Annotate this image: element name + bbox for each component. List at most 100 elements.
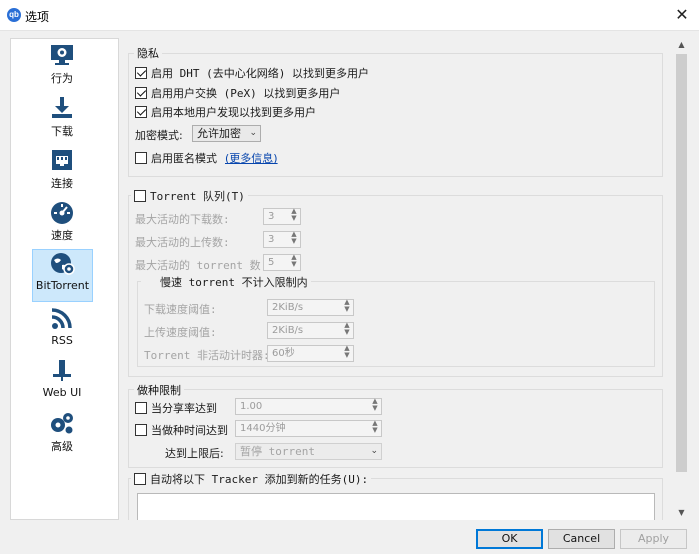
pex-checkbox[interactable]: [135, 87, 147, 99]
sidebar-item-behavior[interactable]: 行为: [34, 41, 90, 91]
inactive-timer-value: 60秒: [272, 348, 295, 359]
slow-torrents-checkbox-row[interactable]: 慢速 torrent 不计入限制内: [141, 274, 311, 290]
download-threshold-spinbox[interactable]: 2KiB/s ▲ ▼: [267, 299, 354, 316]
dht-checkbox[interactable]: [135, 67, 147, 79]
sidebar-item-rss[interactable]: RSS: [34, 305, 90, 355]
spin-arrows-icon[interactable]: ▲ ▼: [343, 322, 351, 336]
download-icon: [52, 97, 72, 118]
trackers-checkbox[interactable]: [134, 473, 146, 485]
monitor-gear-icon: [51, 45, 73, 65]
upload-threshold-label: 上传速度阈值:: [144, 326, 217, 339]
sidebar-item-speed[interactable]: 速度: [34, 198, 90, 248]
max-uploads-value: 3: [268, 234, 275, 245]
vertical-scrollbar[interactable]: ▲ ▼: [674, 38, 689, 520]
max-torrents-label: 最大活动的 torrent 数:: [135, 259, 268, 272]
max-torrents-value: 5: [268, 257, 275, 268]
lsd-label: 启用本地用户发现以找到更多用户: [151, 106, 316, 119]
qbittorrent-logo-icon: qb: [7, 8, 21, 22]
ratio-spinbox[interactable]: 1.00 ▲ ▼: [235, 398, 382, 415]
sidebar-item-label: 行为: [51, 72, 73, 85]
spin-arrows-icon[interactable]: ▲ ▼: [290, 231, 298, 245]
sidebar-item-connection[interactable]: 连接: [34, 146, 90, 196]
dht-label: 启用 DHT (去中心化网络) 以找到更多用户: [151, 67, 369, 80]
spin-arrows-icon[interactable]: ▲ ▼: [343, 299, 351, 313]
rss-icon: [51, 308, 72, 329]
close-button[interactable]: ✕: [665, 0, 699, 30]
sidebar-item-downloads[interactable]: 下载: [34, 94, 90, 144]
pex-checkbox-row[interactable]: 启用用户交换 (PeX) 以找到更多用户: [135, 85, 340, 101]
scrollbar-thumb[interactable]: [676, 54, 687, 472]
trackers-checkbox-row[interactable]: 自动将以下 Tracker 添加到新的任务(U):: [131, 471, 372, 487]
sidebar-item-bittorrent[interactable]: BitTorrent: [32, 249, 93, 302]
sidebar-item-advanced[interactable]: 高级: [34, 409, 90, 459]
inactive-timer-label: Torrent 非活动计时器:: [144, 349, 270, 362]
chevron-down-icon: ⌄: [249, 128, 257, 138]
spin-arrows-icon[interactable]: ▲ ▼: [343, 345, 351, 359]
speedometer-icon: [51, 202, 73, 224]
max-downloads-spinbox[interactable]: 3 ▲ ▼: [263, 208, 301, 225]
seed-time-checkbox-row[interactable]: 当做种时间达到: [135, 422, 228, 438]
lsd-checkbox-row[interactable]: 启用本地用户发现以找到更多用户: [135, 104, 316, 120]
sidebar-item-label: BitTorrent: [35, 279, 90, 292]
spin-arrows-icon[interactable]: ▲ ▼: [290, 254, 298, 268]
category-sidebar: 行为 下载 连接 速度 BitTorrent RSS Web UI 高级: [10, 38, 119, 520]
lsd-checkbox[interactable]: [135, 106, 147, 118]
sidebar-item-label: Web UI: [42, 386, 82, 399]
limit-action-select[interactable]: 暂停 torrent ⌄: [235, 443, 382, 460]
max-torrents-spinbox[interactable]: 5 ▲ ▼: [263, 254, 301, 271]
torrent-queue-title: Torrent 队列(T): [150, 190, 245, 203]
settings-panel: 隐私 启用 DHT (去中心化网络) 以找到更多用户 启用用户交换 (PeX) …: [120, 38, 673, 520]
sidebar-item-label: 连接: [51, 177, 73, 190]
sidebar-item-label: 速度: [51, 229, 73, 242]
ok-button[interactable]: OK: [476, 529, 543, 549]
spin-arrows-icon[interactable]: ▲ ▼: [371, 420, 379, 434]
seed-time-value: 1440分钟: [240, 423, 286, 434]
chevron-down-icon: ⌄: [370, 446, 378, 456]
ratio-checkbox-row[interactable]: 当分享率达到: [135, 400, 217, 416]
max-downloads-value: 3: [268, 211, 275, 222]
globe-gear-icon: [50, 253, 75, 275]
spin-arrows-icon[interactable]: ▲ ▼: [371, 398, 379, 412]
slow-torrents-title: 慢速 torrent 不计入限制内: [160, 276, 308, 289]
more-info-link[interactable]: (更多信息): [225, 150, 278, 166]
max-uploads-spinbox[interactable]: 3 ▲ ▼: [263, 231, 301, 248]
ratio-label: 当分享率达到: [151, 402, 217, 415]
trackers-textarea[interactable]: [137, 493, 655, 520]
scroll-down-icon[interactable]: ▼: [674, 506, 689, 520]
scroll-up-icon[interactable]: ▲: [674, 38, 689, 52]
dht-checkbox-row[interactable]: 启用 DHT (去中心化网络) 以找到更多用户: [135, 65, 369, 81]
apply-button[interactable]: Apply: [620, 529, 687, 549]
network-port-icon: [52, 150, 72, 170]
seed-time-checkbox[interactable]: [135, 424, 147, 436]
dialog-client: 行为 下载 连接 速度 BitTorrent RSS Web UI 高级 隐私 …: [0, 31, 699, 554]
seed-time-label: 当做种时间达到: [151, 424, 228, 437]
webui-icon: [53, 360, 71, 381]
sidebar-item-label: 高级: [51, 440, 73, 453]
seed-time-spinbox[interactable]: 1440分钟 ▲ ▼: [235, 420, 382, 437]
title-bar: qb 选项 ✕: [0, 0, 699, 31]
ratio-value: 1.00: [240, 401, 263, 412]
anonymous-checkbox[interactable]: [135, 152, 147, 164]
inactive-timer-spinbox[interactable]: 60秒 ▲ ▼: [267, 345, 354, 362]
limit-action-label: 达到上限后:: [165, 447, 224, 460]
trackers-label: 自动将以下 Tracker 添加到新的任务(U):: [150, 473, 369, 486]
ratio-checkbox[interactable]: [135, 402, 147, 414]
encryption-mode-value: 允许加密: [197, 127, 241, 140]
download-threshold-value: 2KiB/s: [272, 302, 304, 313]
sidebar-item-webui[interactable]: Web UI: [34, 357, 90, 407]
torrent-queue-checkbox-row[interactable]: Torrent 队列(T): [131, 188, 248, 204]
slow-torrents-checkbox[interactable]: [144, 276, 156, 288]
encryption-mode-select[interactable]: 允许加密 ⌄: [192, 125, 261, 142]
torrent-queue-checkbox[interactable]: [134, 190, 146, 202]
spin-arrows-icon[interactable]: ▲ ▼: [290, 208, 298, 222]
encryption-label: 加密模式:: [135, 129, 183, 142]
max-uploads-label: 最大活动的上传数:: [135, 236, 230, 249]
anonymous-checkbox-row[interactable]: 启用匿名模式 (更多信息): [135, 150, 278, 166]
upload-threshold-spinbox[interactable]: 2KiB/s ▲ ▼: [267, 322, 354, 339]
sidebar-item-label: RSS: [51, 334, 73, 347]
pex-label: 启用用户交换 (PeX) 以找到更多用户: [151, 87, 341, 100]
window-title: 选项: [25, 10, 50, 24]
gears-icon: [51, 413, 73, 434]
download-threshold-label: 下载速度阈值:: [144, 303, 217, 316]
cancel-button[interactable]: Cancel: [548, 529, 615, 549]
